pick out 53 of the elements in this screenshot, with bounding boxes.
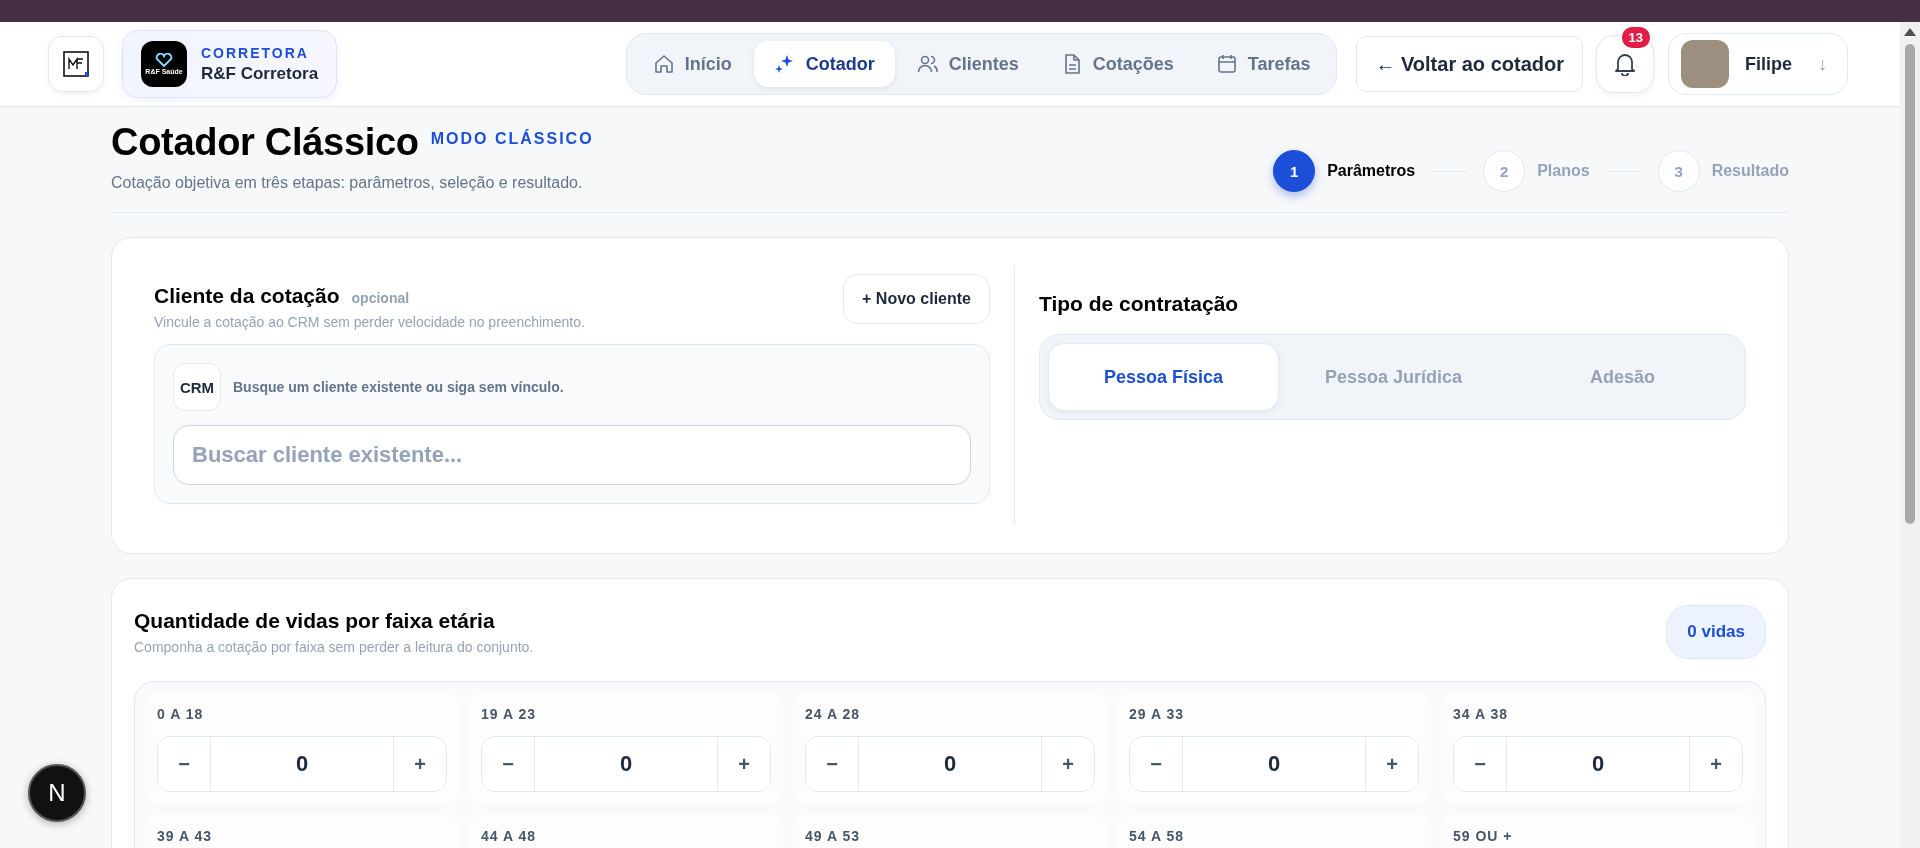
optional-label: opcional	[351, 290, 410, 306]
age-range-label: 39 A 43	[157, 828, 213, 844]
crm-badge: CRM	[173, 363, 221, 411]
broker-eyebrow: CORRETORA	[201, 44, 310, 61]
page-title: Cotador Clássico	[111, 121, 419, 164]
step-number: 2	[1483, 150, 1526, 192]
home-icon	[652, 53, 675, 75]
step-label: Planos	[1537, 162, 1590, 180]
nav-tab[interactable]: Cotador	[753, 41, 895, 87]
step-label: Resultado	[1711, 162, 1789, 180]
step-number: 1	[1273, 150, 1316, 192]
nav-tab[interactable]: Início	[632, 41, 752, 87]
new-client-button[interactable]: + Novo cliente	[843, 274, 990, 324]
age-range-label: 34 A 38	[1453, 706, 1509, 722]
segment-option[interactable]: Pessoa Física	[1048, 343, 1279, 411]
age-range-label: 59 OU +	[1453, 828, 1514, 844]
section-title: Cliente da cotação	[154, 284, 340, 308]
user-menu[interactable]: Filipe ↓	[1668, 33, 1848, 95]
age-range-label: 24 A 28	[805, 706, 861, 722]
caret-icon: ↓	[1818, 53, 1827, 75]
page-subtitle: Cotação objetiva em três etapas: parâmetros, seleção e resultado.	[111, 174, 584, 192]
total-lives-badge: 0 vidas	[1666, 605, 1766, 659]
age-range-label: 44 A 48	[481, 828, 537, 844]
calendar-icon	[1215, 53, 1238, 75]
age-range-label: 54 A 58	[1129, 828, 1185, 844]
step-label: Parâmetros	[1327, 162, 1416, 180]
nav-tab[interactable]: Cotações	[1040, 41, 1194, 87]
back-button[interactable]: ← Voltar ao cotador	[1356, 36, 1583, 92]
bell-icon	[1614, 52, 1636, 76]
nav-tab[interactable]: Tarefas	[1195, 41, 1331, 87]
notifications-button[interactable]	[1596, 35, 1654, 93]
mode-label: MODO CLÁSSICO	[430, 129, 594, 148]
crm-hint: Busque um cliente existente ou siga sem vínculo.	[233, 379, 564, 395]
section-title: Tipo de contratação	[1039, 292, 1240, 316]
step-number: 3	[1657, 150, 1700, 192]
section-title: Quantidade de vidas por faixa etária	[134, 609, 496, 633]
users-icon	[916, 53, 939, 75]
scroll-up-icon	[1904, 28, 1916, 36]
section-subtitle: Componha a cotação por faixa sem perder a leitura do conjunto.	[134, 639, 534, 655]
app-logo[interactable]	[48, 36, 104, 92]
notification-badge: 13	[1619, 25, 1652, 50]
nav-tab[interactable]: Clientes	[896, 41, 1039, 87]
avatar-placeholder	[1681, 40, 1729, 88]
scrollbar-thumb[interactable]	[1905, 44, 1915, 524]
age-range-label: 0 A 18	[157, 706, 205, 722]
client-search-field[interactable]: Buscar cliente existente...	[173, 425, 971, 485]
broker-name: R&F Corretora	[201, 63, 319, 84]
age-range-label: 49 A 53	[805, 828, 861, 844]
dev-tools-button[interactable]: N	[28, 764, 86, 822]
scrollbar[interactable]	[1900, 22, 1920, 848]
age-range-label: 19 A 23	[481, 706, 537, 722]
section-subtitle: Vincule a cotação ao CRM sem perder velocidade no preenchimento.	[154, 314, 585, 330]
age-range-label: 29 A 33	[1129, 706, 1185, 722]
